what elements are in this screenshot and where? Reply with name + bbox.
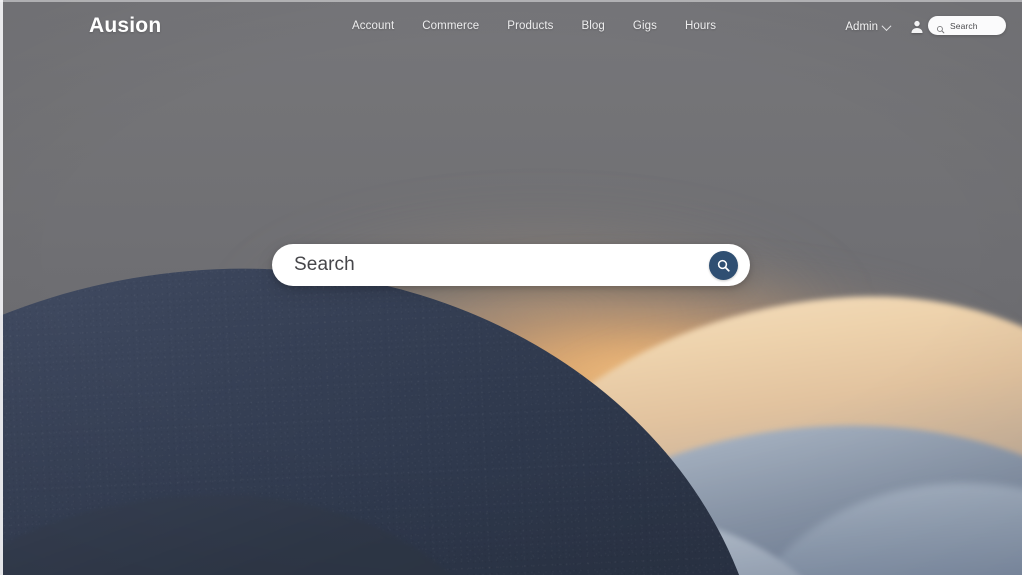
header-actions: Admin — [845, 18, 926, 36]
hero-vignette — [0, 0, 1022, 575]
hero-search-container — [272, 244, 750, 286]
search-input[interactable] — [294, 244, 709, 286]
brand-logo[interactable]: Ausion — [89, 14, 161, 38]
search-submit-button[interactable] — [709, 250, 738, 280]
landing-page: Ausion Account Commerce Products Blog Gi… — [0, 0, 1022, 575]
search-icon — [717, 259, 730, 272]
site-header: Ausion Account Commerce Products Blog Gi… — [0, 0, 1022, 56]
header-search-button[interactable]: Search — [928, 16, 1006, 35]
hero-background-image — [0, 0, 1022, 575]
nav-item-account[interactable]: Account — [352, 20, 394, 32]
account-dropdown[interactable]: Admin — [845, 20, 892, 33]
nav-item-gigs[interactable]: Gigs — [633, 20, 657, 32]
nav-item-products[interactable]: Products — [507, 20, 553, 32]
page-top-edge — [0, 0, 1022, 2]
search-icon — [936, 21, 945, 34]
page-left-edge — [0, 0, 3, 575]
header-search-label: Search — [950, 20, 978, 31]
nav-item-blog[interactable]: Blog — [581, 20, 604, 32]
chevron-down-icon — [881, 20, 892, 31]
user-avatar-icon[interactable] — [908, 18, 926, 36]
main-navigation: Account Commerce Products Blog Gigs Hour… — [352, 20, 716, 32]
account-dropdown-label: Admin — [845, 21, 878, 33]
hero-search-bar[interactable] — [272, 244, 750, 286]
nav-item-hours[interactable]: Hours — [685, 20, 716, 32]
nav-item-commerce[interactable]: Commerce — [422, 20, 479, 32]
